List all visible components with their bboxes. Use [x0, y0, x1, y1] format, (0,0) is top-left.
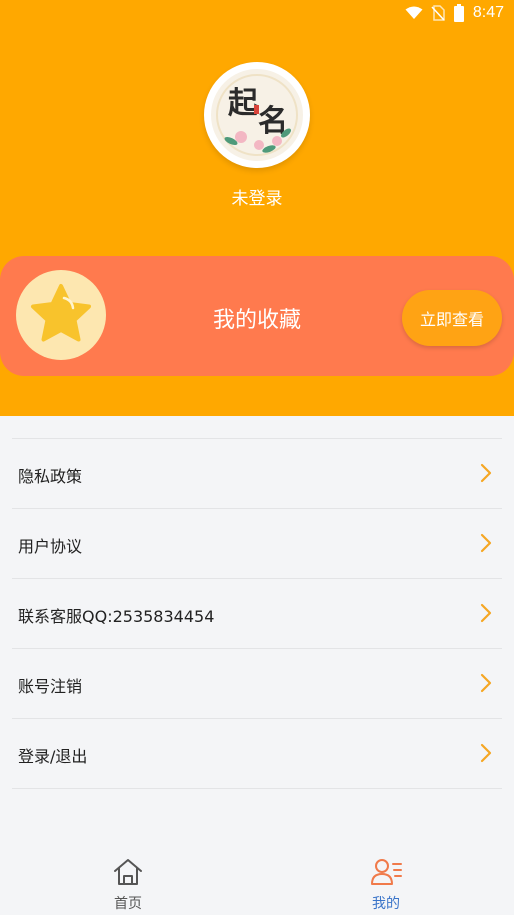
menu-item-label: 隐私政策	[18, 467, 83, 486]
avatar[interactable]: 起 名	[204, 62, 310, 168]
tab-mine[interactable]: 我的	[336, 857, 436, 913]
profile-icon	[371, 859, 402, 885]
login-status-text[interactable]: 未登录	[0, 184, 514, 209]
menu-item-label: 登录/退出	[18, 747, 88, 766]
status-bar: 8:47	[0, 0, 514, 28]
svg-text:起: 起	[228, 86, 259, 121]
wifi-icon	[405, 6, 423, 19]
status-time: 8:47	[472, 4, 504, 21]
settings-menu: 隐私政策 用户协议 联系客服QQ:2535834454 账号注销 登录/退出	[12, 438, 502, 789]
menu-item-privacy-policy[interactable]: 隐私政策	[12, 439, 502, 509]
menu-item-label: 账号注销	[18, 677, 83, 696]
tab-mine-label: 我的	[372, 896, 400, 912]
home-icon	[114, 859, 142, 885]
favorites-card[interactable]: 我的收藏 立即查看	[0, 256, 514, 376]
tab-home-label: 首页	[114, 896, 142, 912]
bottom-tab-bar: 首页 我的	[0, 845, 514, 915]
profile-header: 8:47 起 名 未登录 我的收藏 立即查看	[0, 0, 514, 416]
menu-item-contact-support[interactable]: 联系客服QQ:2535834454	[12, 579, 502, 649]
menu-item-label: 用户协议	[18, 537, 83, 556]
chevron-right-icon	[480, 673, 492, 693]
battery-icon	[453, 4, 464, 22]
menu-item-login-logout[interactable]: 登录/退出	[12, 719, 502, 789]
chevron-right-icon	[480, 463, 492, 483]
avatar-logo: 起 名	[211, 69, 303, 161]
chevron-right-icon	[480, 743, 492, 763]
no-sim-icon	[431, 5, 445, 21]
chevron-right-icon	[480, 533, 492, 553]
menu-item-label: 联系客服QQ:2535834454	[18, 607, 215, 626]
view-favorites-button[interactable]: 立即查看	[402, 290, 502, 346]
menu-item-delete-account[interactable]: 账号注销	[12, 649, 502, 719]
menu-item-user-agreement[interactable]: 用户协议	[12, 509, 502, 579]
chevron-right-icon	[480, 603, 492, 623]
tab-home[interactable]: 首页	[78, 857, 178, 913]
